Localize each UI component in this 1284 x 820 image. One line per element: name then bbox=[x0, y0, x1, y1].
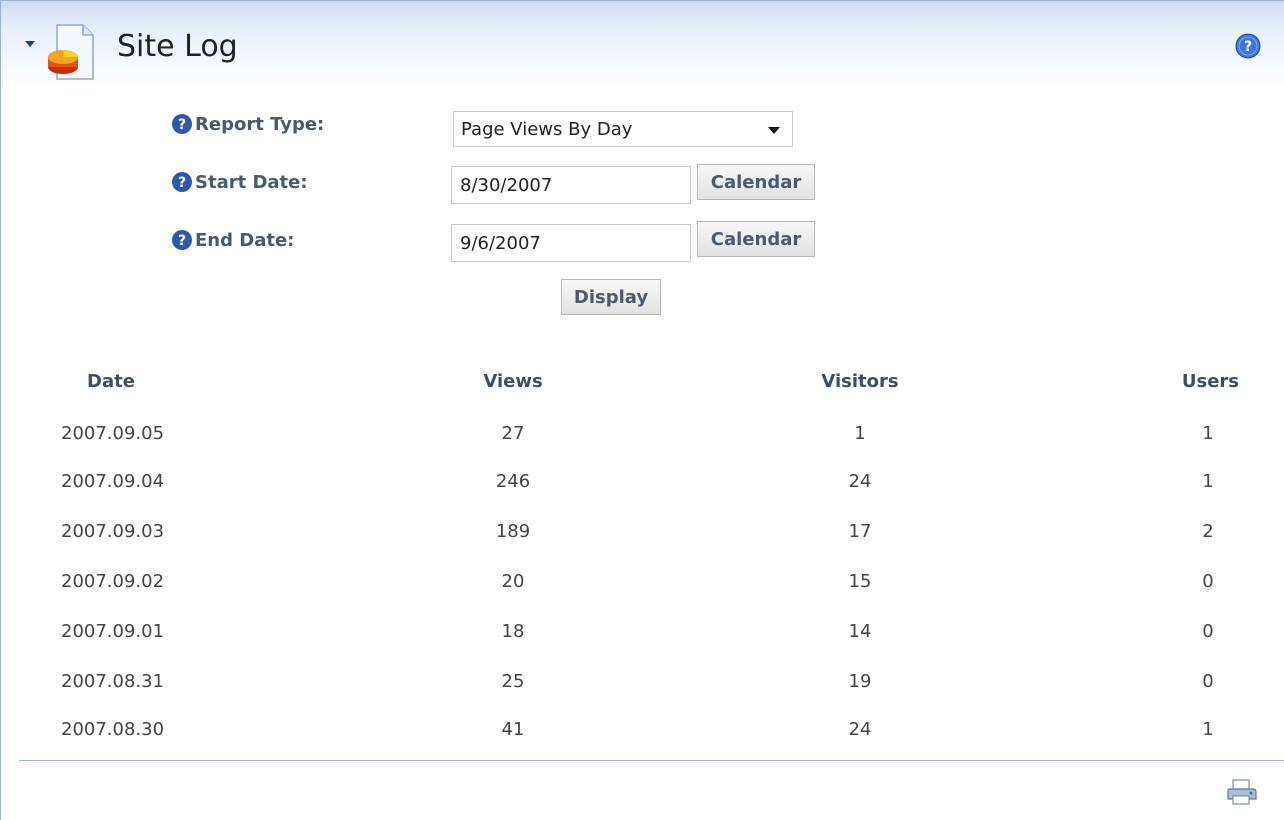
svg-text:?: ? bbox=[1244, 39, 1252, 55]
report-type-label: Report Type: bbox=[195, 113, 325, 135]
site-log-module: Site Log ? ? Report Type: Page Views By … bbox=[0, 0, 1284, 820]
collapse-arrow-icon[interactable] bbox=[25, 41, 35, 47]
site-log-chart-icon bbox=[48, 24, 94, 80]
cell-visitors: 14 bbox=[848, 621, 872, 642]
cell-users: 1 bbox=[1202, 719, 1214, 740]
svg-text:?: ? bbox=[178, 117, 186, 133]
cell-visitors: 19 bbox=[848, 671, 872, 692]
cell-views: 246 bbox=[495, 471, 531, 492]
cell-date: 2007.08.31 bbox=[61, 671, 165, 692]
display-button[interactable]: Display bbox=[561, 279, 661, 315]
cell-date: 2007.09.05 bbox=[61, 423, 165, 444]
svg-text:?: ? bbox=[178, 175, 186, 191]
cell-users: 1 bbox=[1202, 471, 1214, 492]
start-date-calendar-button[interactable]: Calendar bbox=[697, 164, 815, 200]
module-title: Site Log bbox=[117, 29, 238, 64]
cell-visitors: 1 bbox=[854, 423, 866, 444]
print-icon[interactable] bbox=[1225, 777, 1259, 807]
report-type-select[interactable]: Page Views By Day bbox=[453, 111, 793, 147]
report-type-label-row: ? Report Type: bbox=[171, 113, 324, 135]
cell-views: 20 bbox=[501, 571, 525, 592]
cell-visitors: 15 bbox=[848, 571, 872, 592]
help-icon[interactable]: ? bbox=[1235, 33, 1261, 59]
cell-users: 0 bbox=[1202, 571, 1214, 592]
cell-views: 18 bbox=[501, 621, 525, 642]
column-header-views: Views bbox=[483, 371, 543, 392]
cell-date: 2007.09.01 bbox=[61, 621, 165, 642]
cell-date: 2007.08.30 bbox=[61, 719, 165, 740]
column-header-users: Users bbox=[1181, 371, 1239, 392]
cell-date: 2007.09.04 bbox=[61, 471, 165, 492]
cell-visitors: 24 bbox=[848, 471, 872, 492]
start-date-label-row: ? Start Date: bbox=[171, 171, 308, 193]
end-date-calendar-button[interactable]: Calendar bbox=[697, 221, 815, 257]
chevron-down-icon[interactable] bbox=[768, 127, 780, 134]
cell-visitors: 17 bbox=[848, 521, 872, 542]
cell-users: 0 bbox=[1202, 671, 1214, 692]
svg-text:?: ? bbox=[178, 233, 186, 249]
cell-views: 189 bbox=[495, 521, 531, 542]
end-date-help-icon[interactable]: ? bbox=[171, 229, 193, 251]
cell-visitors: 24 bbox=[848, 719, 872, 740]
column-header-visitors: Visitors bbox=[821, 371, 899, 392]
cell-users: 1 bbox=[1202, 423, 1214, 444]
cell-date: 2007.09.02 bbox=[61, 571, 165, 592]
cell-users: 0 bbox=[1202, 621, 1214, 642]
end-date-input[interactable]: 9/6/2007 bbox=[451, 224, 691, 262]
footer-divider bbox=[19, 760, 1284, 761]
end-date-label-row: ? End Date: bbox=[171, 229, 294, 251]
start-date-help-icon[interactable]: ? bbox=[171, 171, 193, 193]
end-date-label: End Date: bbox=[195, 229, 295, 251]
cell-date: 2007.09.03 bbox=[61, 521, 165, 542]
column-header-date: Date bbox=[87, 371, 135, 392]
cell-views: 27 bbox=[501, 423, 525, 444]
module-titlebar: Site Log ? bbox=[1, 1, 1284, 89]
start-date-label: Start Date: bbox=[195, 171, 308, 193]
start-date-input[interactable]: 8/30/2007 bbox=[451, 166, 691, 204]
cell-users: 2 bbox=[1202, 521, 1214, 542]
cell-views: 25 bbox=[501, 671, 525, 692]
report-type-help-icon[interactable]: ? bbox=[171, 113, 193, 135]
cell-views: 41 bbox=[501, 719, 525, 740]
report-type-value: Page Views By Day bbox=[461, 119, 633, 140]
